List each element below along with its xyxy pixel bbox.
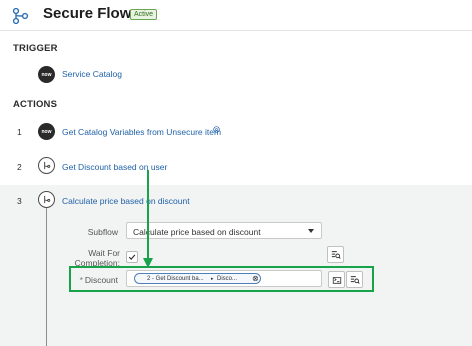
action-label-get-catalog-variables[interactable]: Get Catalog Variables from Unsecure item <box>62 127 221 137</box>
action-row-number: 2 <box>17 162 22 172</box>
data-pill-picker-button[interactable] <box>327 246 344 263</box>
actions-section-title: ACTIONS <box>13 99 58 110</box>
flow-icon <box>12 7 29 25</box>
action-row-number: 1 <box>17 127 22 137</box>
action-label-calculate-price[interactable]: Calculate price based on discount <box>62 196 190 206</box>
trigger-section-title: TRIGGER <box>13 43 58 54</box>
info-icon[interactable] <box>213 126 220 133</box>
connector-line <box>46 207 47 346</box>
action-row-number: 3 <box>17 196 22 206</box>
subflow-field-label: Subflow <box>87 227 118 237</box>
annotation-arrow <box>143 170 153 268</box>
subflow-icon <box>38 191 55 208</box>
subflow-icon <box>38 157 55 174</box>
data-pill-picker-icon <box>331 250 341 259</box>
now-icon: now <box>38 123 55 140</box>
trigger-label[interactable]: Service Catalog <box>62 69 122 79</box>
status-badge: Active <box>130 9 158 20</box>
page-title: Secure Flow <box>43 5 132 22</box>
header-divider <box>0 30 472 31</box>
check-icon <box>128 254 136 260</box>
wait-for-completion-checkbox[interactable] <box>126 251 138 263</box>
now-icon: now <box>38 66 55 83</box>
chevron-down-icon <box>308 229 314 233</box>
discount-highlight-box <box>69 266 374 292</box>
